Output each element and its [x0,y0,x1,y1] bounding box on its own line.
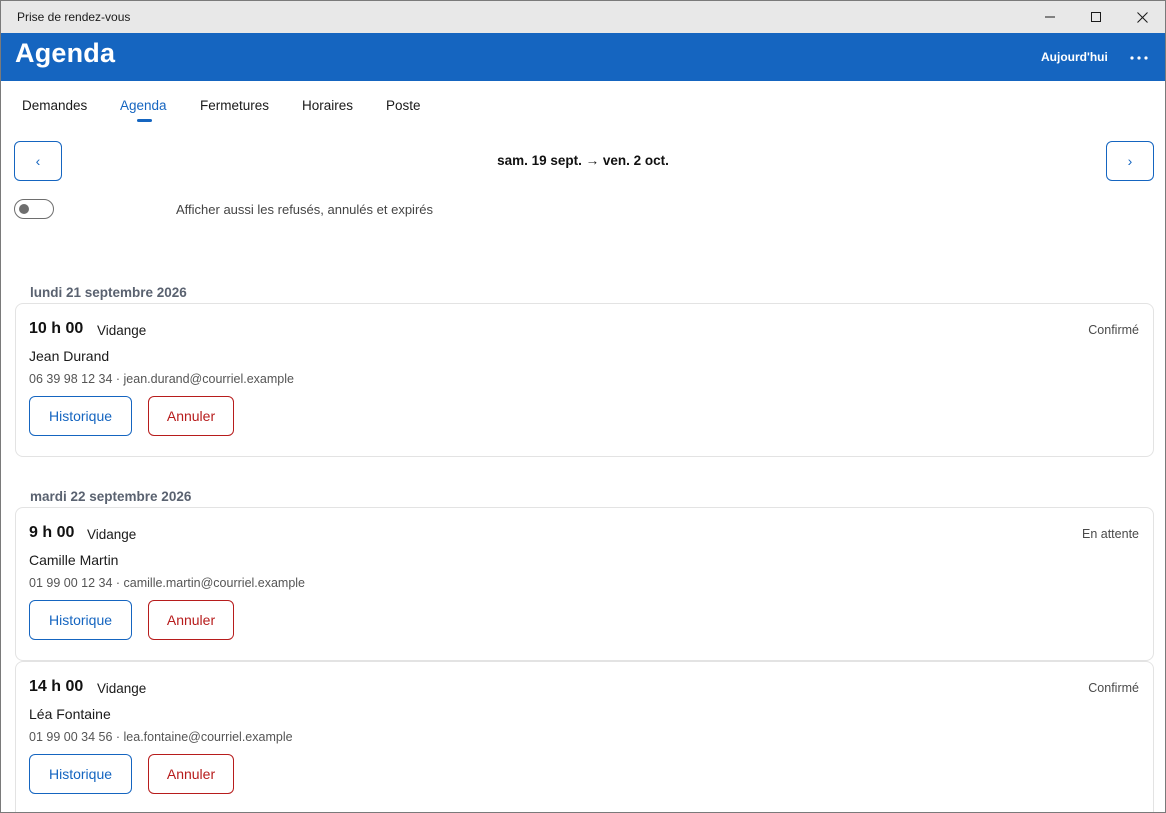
tab-agenda[interactable]: Agenda [120,98,167,113]
minimize-icon [1045,16,1055,18]
maximize-button[interactable] [1073,1,1119,33]
appointment-service: Vidange [87,527,137,542]
chevron-right-icon: › [1127,153,1133,169]
tab-horaires[interactable]: Horaires [302,98,353,113]
client-name: Camille Martin [29,552,119,568]
client-contact: 01 99 00 34 56 · lea.fontaine@courriel.e… [29,730,293,744]
next-period-button[interactable]: › [1106,141,1154,181]
active-tab-indicator [137,119,152,122]
appointment-time: 14 h 00 [29,678,84,695]
appointment-card: 10 h 00 Vidange Confirmé Jean Durand 06 … [15,303,1154,457]
day-header: lundi 21 septembre 2026 [30,285,187,300]
history-button[interactable]: Historique [29,600,132,640]
close-icon [1136,11,1148,23]
status-badge: En attente [1082,527,1139,541]
more-horizontal-icon [1130,56,1148,60]
appointment-card: 9 h 00 Vidange En attente Camille Martin… [15,507,1154,661]
tab-demandes[interactable]: Demandes [22,98,87,113]
appointment-card: 14 h 00 Vidange Confirmé Léa Fontaine 01… [15,661,1154,812]
date-range-label: sam. 19 sept. → ven. 2 oct. [497,153,669,168]
app-window: Prise de rendez-vous Agenda Aujourd'hui … [0,0,1166,813]
minimize-button[interactable] [1027,1,1073,33]
tab-fermetures[interactable]: Fermetures [200,98,269,113]
toggle-knob [19,204,29,214]
close-button[interactable] [1119,1,1165,33]
maximize-icon [1091,12,1101,22]
cancel-button[interactable]: Annuler [148,600,234,640]
client-name: Léa Fontaine [29,706,111,722]
cancel-button[interactable]: Annuler [148,754,234,794]
window-title: Prise de rendez-vous [17,10,131,24]
client-contact: 06 39 98 12 34 · jean.durand@courriel.ex… [29,372,294,386]
title-bar: Prise de rendez-vous [1,1,1165,33]
status-badge: Confirmé [1088,681,1139,695]
show-all-toggle[interactable] [14,199,54,219]
status-badge: Confirmé [1088,323,1139,337]
client-name: Jean Durand [29,348,110,364]
appointment-time: 9 h 00 [29,524,75,541]
show-all-toggle-label: Afficher aussi les refusés, annulés et e… [176,202,434,217]
tab-bar: Demandes Agenda Fermetures Horaires Post… [1,81,1165,127]
today-button[interactable]: Aujourd'hui [1033,47,1116,69]
tab-poste[interactable]: Poste [386,98,421,113]
client-contact: 01 99 00 12 34 · camille.martin@courriel… [29,576,306,590]
appointment-service: Vidange [97,323,147,338]
appointment-service: Vidange [97,681,147,696]
history-button[interactable]: Historique [29,754,132,794]
page-title: Agenda [15,38,116,68]
appointment-time: 10 h 00 [29,320,84,337]
day-header: mardi 22 septembre 2026 [30,489,192,504]
cancel-button[interactable]: Annuler [148,396,234,436]
history-button[interactable]: Historique [29,396,132,436]
more-options-button[interactable] [1123,47,1155,69]
app-bar: Agenda Aujourd'hui [1,33,1165,81]
